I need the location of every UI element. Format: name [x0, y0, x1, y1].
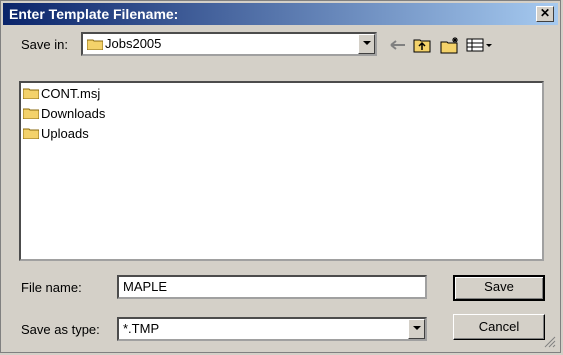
back-arrow-icon[interactable]: [387, 35, 409, 55]
folder-icon: [23, 128, 39, 139]
folder-icon: [23, 88, 39, 99]
save-in-value-wrap: Jobs2005: [87, 36, 161, 51]
save-type-value: *.TMP: [123, 321, 160, 336]
view-menu-icon[interactable]: [465, 35, 493, 55]
list-item[interactable]: Downloads: [23, 104, 105, 122]
list-item[interactable]: CONT.msj: [23, 84, 100, 102]
chevron-down-icon[interactable]: [358, 34, 375, 54]
chevron-down-icon[interactable]: [408, 319, 425, 339]
title-bar[interactable]: Enter Template Filename: ✕: [3, 3, 558, 25]
list-item[interactable]: Uploads: [23, 124, 89, 142]
save-in-label: Save in:: [21, 37, 68, 52]
file-name: Downloads: [41, 105, 106, 121]
up-folder-icon[interactable]: [411, 35, 433, 55]
folder-icon: [23, 108, 39, 119]
save-type-dropdown[interactable]: *.TMP: [117, 317, 427, 341]
save-type-label: Save as type:: [21, 322, 100, 337]
close-button[interactable]: ✕: [536, 6, 554, 22]
save-dialog: Enter Template Filename: ✕ Save in: Jobs…: [0, 0, 561, 353]
save-in-value: Jobs2005: [105, 36, 162, 51]
resize-grip-icon[interactable]: [544, 336, 556, 348]
cancel-button[interactable]: Cancel: [453, 314, 545, 340]
dialog-title: Enter Template Filename:: [9, 6, 179, 22]
file-name: Uploads: [41, 125, 89, 141]
folder-icon: [87, 39, 103, 50]
save-in-dropdown[interactable]: Jobs2005: [81, 32, 377, 56]
file-name-label: File name:: [21, 280, 82, 295]
save-button[interactable]: Save: [453, 275, 545, 301]
file-name-field[interactable]: MAPLE: [117, 275, 427, 299]
file-name: CONT.msj: [41, 85, 101, 101]
file-list[interactable]: CONT.msj Downloads Uploads: [19, 81, 544, 261]
new-folder-icon[interactable]: [439, 35, 461, 55]
